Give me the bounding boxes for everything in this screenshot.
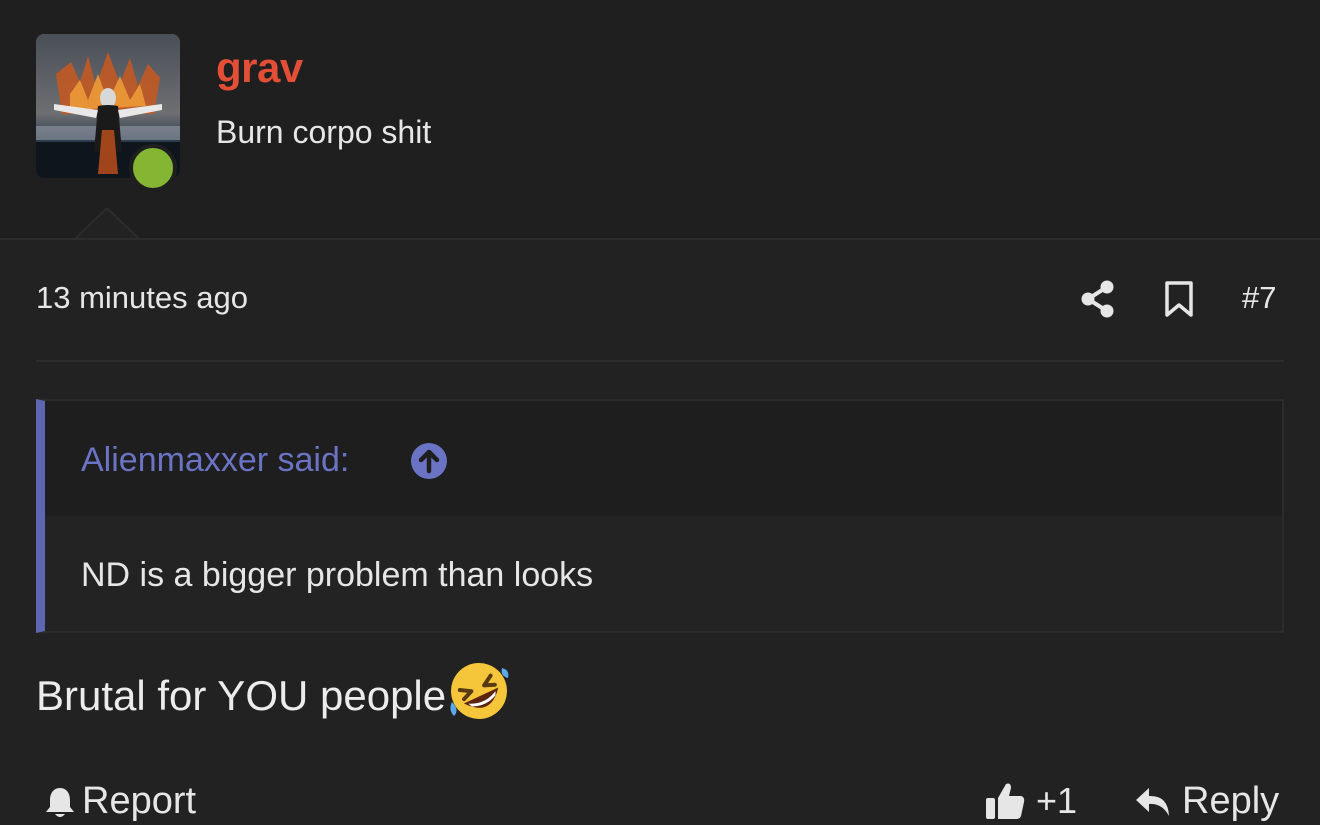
quote-header: Alienmaxxer said: bbox=[45, 401, 1282, 516]
user-title: Burn corpo shit bbox=[216, 114, 432, 150]
quote-text: ND is a bigger problem than looks bbox=[81, 556, 594, 594]
bookmark-icon[interactable] bbox=[1164, 281, 1194, 317]
report-button[interactable]: Report bbox=[44, 780, 196, 823]
post-message-text: Brutal for YOU people bbox=[36, 672, 447, 719]
header-pointer-arrow bbox=[74, 208, 140, 240]
forum-post: grav Burn corpo shit 13 minutes ago #7 A… bbox=[0, 0, 1320, 825]
like-count: +1 bbox=[1036, 780, 1078, 821]
meta-divider bbox=[36, 360, 1284, 362]
quote-block: Alienmaxxer said: ND is a bigger problem… bbox=[36, 399, 1284, 633]
post-message: Brutal for YOU people bbox=[36, 663, 512, 724]
arrow-up-circle-icon[interactable] bbox=[410, 442, 448, 480]
post-timestamp[interactable]: 13 minutes ago bbox=[36, 280, 248, 316]
report-label: Report bbox=[82, 780, 197, 822]
online-status-indicator bbox=[129, 144, 177, 192]
like-button[interactable]: +1 bbox=[984, 780, 1077, 822]
bell-icon bbox=[46, 787, 74, 817]
share-icon[interactable] bbox=[1080, 280, 1116, 318]
header-divider bbox=[0, 238, 1320, 240]
post-user-header: grav Burn corpo shit bbox=[0, 0, 1320, 240]
quote-author[interactable]: Alienmaxxer said: bbox=[81, 441, 349, 480]
thumbs-up-icon bbox=[986, 783, 1025, 819]
reply-icon bbox=[1136, 787, 1169, 816]
post-number-link[interactable]: #7 bbox=[1242, 280, 1276, 316]
reply-button[interactable]: Reply bbox=[1134, 780, 1279, 823]
reply-label: Reply bbox=[1182, 780, 1280, 822]
quote-body: ND is a bigger problem than looks bbox=[45, 516, 1282, 631]
rolling-on-floor-laughing-icon bbox=[450, 663, 509, 719]
username[interactable]: grav bbox=[216, 44, 303, 92]
